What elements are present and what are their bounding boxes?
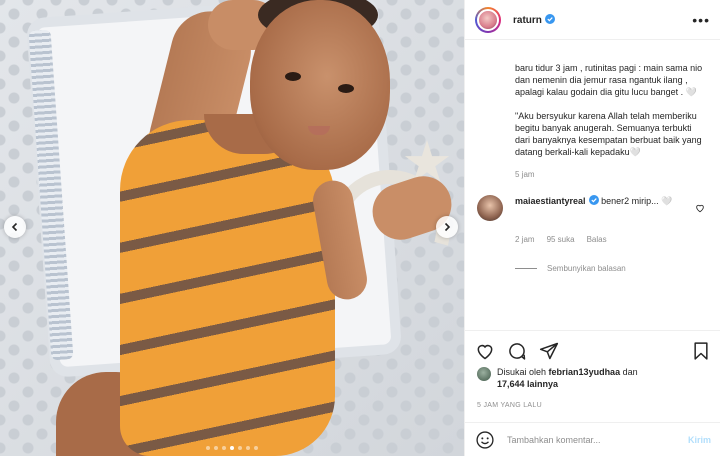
comments-section: baru tidur 3 jam , rutinitas pagi : main… [465,40,720,322]
carousel-dot [230,446,234,450]
heart-icon[interactable] [475,341,495,361]
emoji-icon[interactable] [475,430,495,450]
carousel-dot [206,446,210,450]
share-icon[interactable] [539,341,559,361]
divider [515,268,537,269]
commenter-avatar[interactable] [477,195,503,221]
reply-button[interactable]: Balas [587,235,607,244]
author-avatar[interactable] [475,6,501,33]
baby-eye-left [285,72,301,81]
likes-summary: Disukai oleh febrian13yudhaa dan 17,644 … [477,366,638,390]
post-comment-button[interactable]: Kirim [688,435,711,445]
baby-eye-right [338,84,354,93]
hide-replies-label: Sembunyikan balasan [547,264,626,273]
liker-username[interactable]: febrian13yudhaa [549,367,621,377]
carousel-dot [246,446,250,450]
comment-time[interactable]: 2 jam [515,235,535,244]
comment-text: bener2 mirip... 🤍 [601,196,673,206]
carousel-dot [254,446,258,450]
likes-prefix: Disukai oleh [497,367,547,377]
comment-icon[interactable] [507,341,527,361]
action-bar [465,330,720,370]
heart-icon[interactable] [695,203,705,213]
likes-others-count[interactable]: 17,644 lainnya [497,379,558,389]
carousel-next-button[interactable] [436,216,458,238]
more-icon[interactable]: ••• [692,12,710,28]
comment-composer: Kirim [465,422,720,456]
liker-avatar[interactable] [477,367,491,381]
likes-conjunction: dan [622,367,638,377]
verified-icon [544,13,555,24]
carousel-dot [238,446,242,450]
carousel-dot [214,446,218,450]
bookmark-icon[interactable] [691,341,711,361]
caption-paragraph: baru tidur 3 jam , rutinitas pagi : main… [515,63,703,97]
instagram-post: raturn ••• baru tidur 3 jam , rutinitas … [0,0,720,456]
post-header: raturn ••• [465,0,720,40]
tiger-onesie [120,114,335,456]
comment-input[interactable] [507,434,677,445]
commenter-username[interactable]: maiaestiantyreal [515,195,599,206]
hide-replies-button[interactable]: Sembunyikan balasan [515,264,709,273]
comment-item: maiaestiantyreal bener2 mirip... 🤍 [477,195,709,221]
carousel-prev-button[interactable] [4,216,26,238]
post-photo[interactable] [0,0,464,456]
comment-likes[interactable]: 95 suka [547,235,575,244]
post-sidebar: raturn ••• baru tidur 3 jam , rutinitas … [464,0,720,456]
post-caption: baru tidur 3 jam , rutinitas pagi : main… [477,40,709,158]
post-timestamp[interactable]: 5 JAM YANG LALU [477,402,542,409]
caption-quote: "Aku bersyukur karena Allah telah member… [515,111,702,157]
carousel-indicator [0,446,464,450]
chevron-right-icon [444,222,451,232]
verified-icon [588,195,599,205]
caption-time[interactable]: 5 jam [477,170,709,179]
comment-meta: 2 jam 95 suka Balas [515,235,709,244]
chevron-left-icon [11,222,18,232]
baby-face [250,0,390,170]
author-username[interactable]: raturn [513,13,555,26]
comment-body: maiaestiantyreal bener2 mirip... 🤍 [515,195,695,221]
carousel-dot [222,446,226,450]
likes-text: Disukai oleh febrian13yudhaa dan 17,644 … [497,366,638,390]
